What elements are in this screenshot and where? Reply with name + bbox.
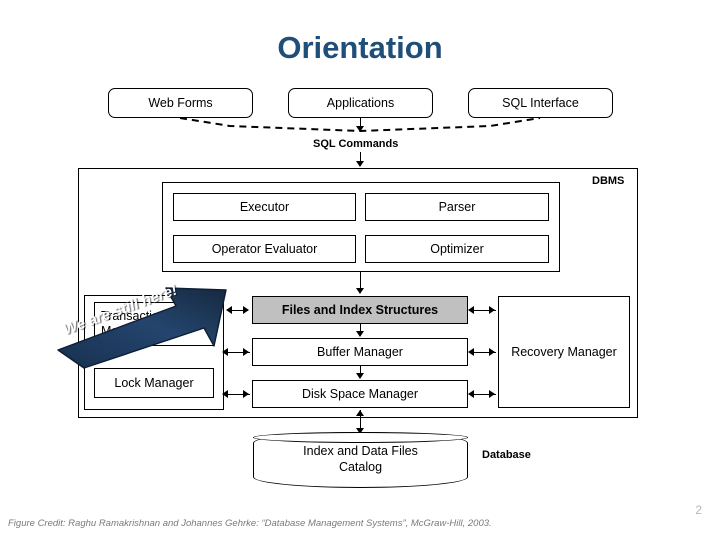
top-box-label: Applications (326, 95, 395, 110)
files-and-index-label: Files and Index Structures (281, 302, 439, 317)
top-box-label: Web Forms (148, 95, 213, 110)
buffer-manager-label: Buffer Manager (317, 344, 403, 359)
database-cylinder-label: Index and Data Files Catalog (303, 444, 418, 475)
recovery-manager-box[interactable]: Recovery Manager (498, 296, 630, 408)
arrow-head-buffer-recovery-left (468, 348, 474, 356)
top-box-applications[interactable]: Applications (288, 88, 433, 118)
arrow-head-files-entry (356, 288, 364, 294)
qp-box-parser[interactable]: Parser (365, 193, 549, 221)
slide-canvas: Orientation Web Forms Applications SQL I… (0, 0, 720, 540)
qp-box-operator-evaluator[interactable]: Operator Evaluator (173, 235, 356, 263)
disk-space-manager-box[interactable]: Disk Space Manager (252, 380, 468, 408)
qp-box-label: Optimizer (430, 241, 484, 256)
lock-manager-box[interactable]: Lock Manager (94, 368, 214, 398)
qp-box-label: Operator Evaluator (211, 241, 318, 256)
arrow-head-buffer-recovery-right (489, 348, 495, 356)
arrow-head-files-recovery-right (489, 306, 495, 314)
arrow-head-disk-recovery-left (468, 390, 474, 398)
dbms-label: DBMS (592, 175, 625, 187)
top-box-sql-interface[interactable]: SQL Interface (468, 88, 613, 118)
page-title: Orientation (277, 30, 443, 65)
database-label: Database (482, 449, 531, 461)
page-number: 2 (695, 503, 702, 517)
arrow-head-dbms-return (356, 410, 364, 416)
sql-commands-label: SQL Commands (313, 138, 399, 150)
database-cylinder-line1: Index and Data Files (303, 444, 418, 459)
recovery-manager-label: Recovery Manager (511, 344, 617, 359)
database-cylinder-line2: Catalog (338, 460, 383, 474)
qp-box-optimizer[interactable]: Optimizer (365, 235, 549, 263)
top-box-label: SQL Interface (502, 95, 579, 110)
arrow-head-disk-entry (356, 373, 364, 379)
top-box-web-forms[interactable]: Web Forms (108, 88, 253, 118)
qp-box-label: Executor (239, 199, 290, 214)
arrow-head-tx-disk-left (222, 390, 228, 398)
buffer-manager-box[interactable]: Buffer Manager (252, 338, 468, 366)
arrow-head-disk-recovery-right (489, 390, 495, 398)
arrow-head-dbms-entry (356, 161, 364, 167)
database-cylinder-top-ellipse (253, 432, 468, 443)
qp-box-label: Parser (438, 199, 476, 214)
arrow-head-files-recovery-left (468, 306, 474, 314)
lock-manager-label: Lock Manager (114, 375, 194, 390)
arrow-head-junction (356, 126, 364, 132)
arrow-head-buffer-entry (356, 331, 364, 337)
callout-banner-arrow: We are still here! (54, 282, 244, 370)
qp-box-executor[interactable]: Executor (173, 193, 356, 221)
disk-space-manager-label: Disk Space Manager (301, 386, 419, 401)
files-and-index-structures-box[interactable]: Files and Index Structures (252, 296, 468, 324)
figure-credit: Figure Credit: Raghu Ramakrishnan and Jo… (8, 518, 492, 529)
arrow-head-tx-disk-right (243, 390, 249, 398)
